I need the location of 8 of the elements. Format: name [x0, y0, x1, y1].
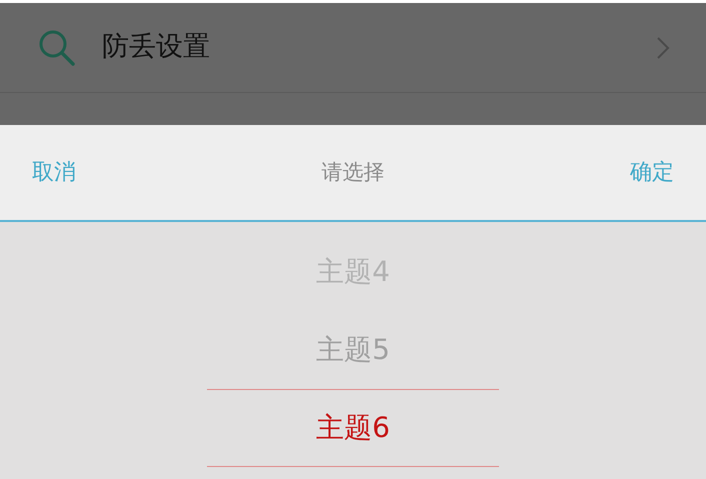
dialog-title: 请选择: [322, 158, 384, 186]
cancel-button[interactable]: 取消: [32, 156, 76, 189]
confirm-button[interactable]: 确定: [630, 156, 674, 189]
chevron-right-icon: [656, 36, 670, 60]
search-icon: [38, 28, 76, 66]
picker-option[interactable]: 主题5: [207, 311, 499, 389]
row-label: 防丢设置: [102, 30, 210, 64]
picker-option[interactable]: 主题6: [207, 389, 499, 467]
